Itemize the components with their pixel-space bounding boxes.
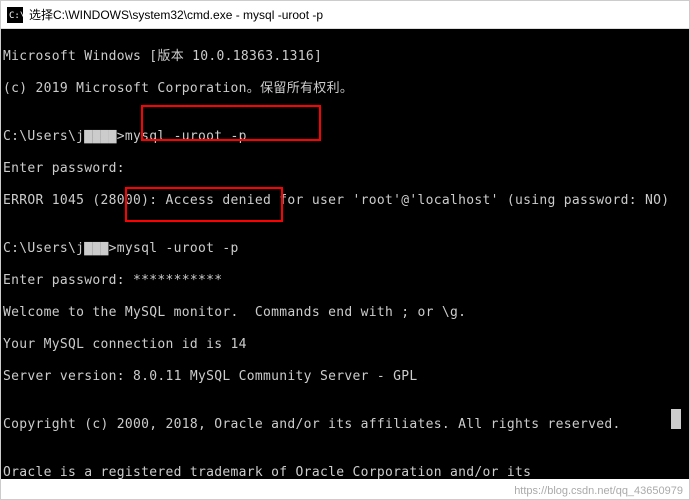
- terminal-line: Your MySQL connection id is 14: [3, 337, 687, 353]
- terminal-line: Server version: 8.0.11 MySQL Community S…: [3, 369, 687, 385]
- terminal-output[interactable]: Microsoft Windows [版本 10.0.18363.1316] (…: [1, 29, 689, 479]
- terminal-line: Oracle is a registered trademark of Orac…: [3, 465, 687, 479]
- window-titlebar[interactable]: C:\ 选择C:\WINDOWS\system32\cmd.exe - mysq…: [1, 1, 689, 29]
- scrollbar-thumb[interactable]: [671, 409, 681, 429]
- terminal-line: (c) 2019 Microsoft Corporation。保留所有权利。: [3, 81, 687, 97]
- terminal-line: Copyright (c) 2000, 2018, Oracle and/or …: [3, 417, 687, 433]
- terminal-line: Welcome to the MySQL monitor. Commands e…: [3, 305, 687, 321]
- terminal-line: C:\Users\j▇▇▇▇>mysql -uroot -p: [3, 129, 687, 145]
- terminal-line: Enter password:: [3, 161, 687, 177]
- cmd-icon: C:\: [7, 7, 23, 23]
- terminal-line: Enter password: ***********: [3, 273, 687, 289]
- window-title: 选择C:\WINDOWS\system32\cmd.exe - mysql -u…: [29, 6, 323, 23]
- watermark-text: https://blog.csdn.net/qq_43650979: [514, 485, 683, 497]
- svg-text:C:\: C:\: [9, 11, 23, 21]
- terminal-line: Microsoft Windows [版本 10.0.18363.1316]: [3, 49, 687, 65]
- terminal-line: ERROR 1045 (28000): Access denied for us…: [3, 193, 687, 209]
- terminal-line: C:\Users\j▇▇▇>mysql -uroot -p: [3, 241, 687, 257]
